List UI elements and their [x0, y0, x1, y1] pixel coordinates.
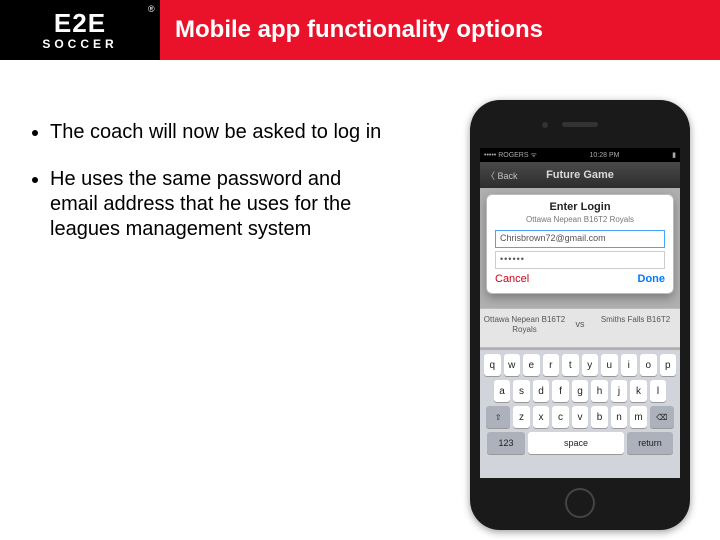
login-button-row: Cancel Done	[495, 273, 665, 285]
phone-screen: ••••• ROGERS ᯤ 10:28 PM ▮ 〈 Back Future …	[480, 148, 680, 478]
keyboard-row-2: asdfghjkl	[483, 380, 677, 402]
bullet-list: The coach will now be asked to log in He…	[0, 100, 420, 264]
slide-title: Mobile app functionality options	[175, 16, 543, 44]
status-bar: ••••• ROGERS ᯤ 10:28 PM ▮	[480, 148, 680, 162]
key-p[interactable]: p	[660, 354, 677, 376]
login-title: Enter Login	[495, 201, 665, 213]
on-screen-keyboard: qwertyuiop asdfghjkl ⇧ zxcvbnm ⌫ 123 spa…	[480, 350, 680, 478]
matchup-row: Ottawa Nepean B16T2 Royals vs Smiths Fal…	[480, 308, 680, 348]
key-d[interactable]: d	[533, 380, 550, 402]
cancel-button[interactable]: Cancel	[495, 273, 529, 285]
keyboard-row-4: 123 space return	[483, 432, 677, 454]
login-dialog: Enter Login Ottawa Nepean B16T2 Royals C…	[486, 194, 674, 294]
backspace-key[interactable]: ⌫	[650, 406, 674, 428]
numbers-key[interactable]: 123	[487, 432, 525, 454]
key-b[interactable]: b	[591, 406, 608, 428]
key-i[interactable]: i	[621, 354, 638, 376]
key-w[interactable]: w	[504, 354, 521, 376]
logo-main-text: E2E	[54, 10, 106, 36]
key-c[interactable]: c	[552, 406, 569, 428]
key-h[interactable]: h	[591, 380, 608, 402]
nav-title: Future Game	[480, 169, 680, 181]
key-j[interactable]: j	[611, 380, 628, 402]
phone-body: ••••• ROGERS ᯤ 10:28 PM ▮ 〈 Back Future …	[470, 100, 690, 530]
space-key[interactable]: space	[528, 432, 624, 454]
key-m[interactable]: m	[630, 406, 647, 428]
brand-logo: E2E SOCCER	[0, 0, 160, 60]
key-a[interactable]: a	[494, 380, 511, 402]
nav-bar: 〈 Back Future Game	[480, 162, 680, 188]
keyboard-row-3: ⇧ zxcvbnm ⌫	[483, 406, 677, 428]
key-v[interactable]: v	[572, 406, 589, 428]
status-time: 10:28 PM	[590, 152, 620, 159]
key-q[interactable]: q	[484, 354, 501, 376]
registered-mark: ®	[148, 4, 155, 14]
key-k[interactable]: k	[630, 380, 647, 402]
home-button-icon[interactable]	[565, 488, 595, 518]
team-left: Ottawa Nepean B16T2 Royals	[480, 309, 569, 347]
key-n[interactable]: n	[611, 406, 628, 428]
key-e[interactable]: e	[523, 354, 540, 376]
bullet-item: He uses the same password and email addr…	[50, 167, 400, 242]
status-carrier: ••••• ROGERS ᯤ	[484, 151, 537, 160]
key-z[interactable]: z	[513, 406, 530, 428]
logo-sub-text: SOCCER	[42, 38, 117, 50]
team-vs: vs	[569, 309, 591, 347]
phone-mockup: ••••• ROGERS ᯤ 10:28 PM ▮ 〈 Back Future …	[470, 100, 690, 530]
key-g[interactable]: g	[572, 380, 589, 402]
login-subtitle: Ottawa Nepean B16T2 Royals	[495, 215, 665, 224]
team-right: Smiths Falls B16T2	[591, 309, 680, 347]
bullet-item: The coach will now be asked to log in	[50, 120, 400, 145]
keyboard-row-1: qwertyuiop	[483, 354, 677, 376]
return-key[interactable]: return	[627, 432, 673, 454]
done-button[interactable]: Done	[638, 273, 666, 285]
key-r[interactable]: r	[543, 354, 560, 376]
phone-camera-icon	[542, 122, 548, 128]
phone-earpiece-icon	[562, 122, 598, 127]
key-f[interactable]: f	[552, 380, 569, 402]
key-u[interactable]: u	[601, 354, 618, 376]
key-s[interactable]: s	[513, 380, 530, 402]
key-l[interactable]: l	[650, 380, 667, 402]
key-o[interactable]: o	[640, 354, 657, 376]
email-field[interactable]: Chrisbrown72@gmail.com	[495, 230, 665, 248]
key-x[interactable]: x	[533, 406, 550, 428]
status-battery-icon: ▮	[672, 151, 676, 159]
key-y[interactable]: y	[582, 354, 599, 376]
slide-header: E2E SOCCER ® Mobile app functionality op…	[0, 0, 720, 60]
password-field[interactable]: ••••••	[495, 251, 665, 269]
shift-key[interactable]: ⇧	[486, 406, 510, 428]
key-t[interactable]: t	[562, 354, 579, 376]
